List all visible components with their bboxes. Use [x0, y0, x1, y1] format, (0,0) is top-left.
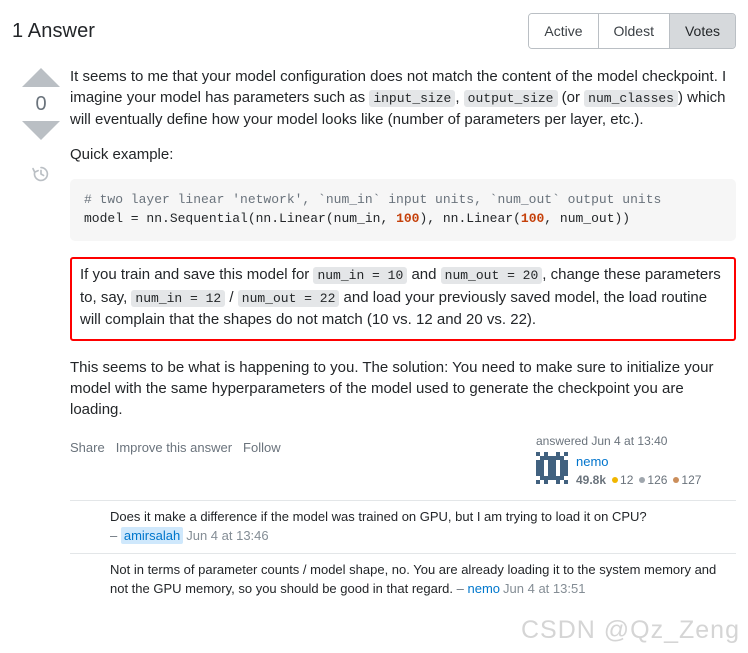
vote-cell: 0 [12, 60, 70, 606]
answer-paragraph-2: Quick example: [70, 146, 174, 164]
inline-code-num-out-22: num_out = 22 [237, 289, 340, 307]
inline-code-num-classes: num_classes [584, 90, 678, 108]
upvote-icon[interactable] [22, 68, 60, 87]
highlight-text-2: and [407, 266, 441, 284]
highlight-text-1: If you train and save this model for [80, 266, 314, 284]
inline-code-num-in-12: num_in = 12 [131, 289, 226, 307]
highlight-text-4: / [225, 288, 238, 306]
comment-author-amirsalah[interactable]: amirsalah [120, 527, 184, 544]
code-block: # two layer linear 'network', `num_in` i… [70, 179, 736, 242]
answer-sort-buttons[interactable]: Active Oldest Votes [528, 13, 736, 49]
answer-author-card: answered Jun 4 at 13:40 nemo 49.8k 12 12… [536, 434, 736, 488]
csdn-watermark: CSDN @Qz_Zeng [521, 616, 740, 644]
answer-p1-text-2: (or [557, 89, 585, 107]
history-clock-icon[interactable] [31, 164, 51, 188]
post-action-links: Share Improve this answer Follow [70, 434, 281, 455]
answers-header: 1 Answer Active Oldest Votes [0, 0, 748, 60]
author-username[interactable]: nemo [576, 453, 704, 471]
comment-item: Not in terms of parameter counts / model… [70, 552, 736, 606]
gold-badge-count: 12 [620, 472, 634, 487]
bronze-badge-dot [673, 477, 680, 484]
gold-badge: 12 [612, 472, 633, 488]
answer-paragraph-3: This seems to be what is happening to yo… [70, 358, 714, 419]
comment-text: Does it make a difference if the model w… [110, 509, 647, 525]
inline-code-num-in-10: num_in = 10 [313, 267, 408, 285]
comments-list: Does it make a difference if the model w… [70, 500, 736, 605]
improve-answer-link[interactable]: Improve this answer [116, 440, 232, 455]
code-line-2-a: model = nn.Sequential(nn.Linear(num_in, [84, 211, 397, 227]
comment-dash: – [110, 528, 118, 543]
code-line-2-b: ), nn.Linear( [419, 211, 521, 227]
red-highlight-box: If you train and save this model for num… [70, 257, 736, 341]
comment-text: Not in terms of parameter counts / model… [110, 561, 717, 596]
page-title: 1 Answer [12, 19, 96, 42]
follow-link[interactable]: Follow [243, 440, 281, 455]
author-reputation-row: 49.8k 12 126 127 [576, 472, 704, 488]
vote-count: 0 [35, 93, 47, 115]
comment-item: Does it make a difference if the model w… [70, 500, 736, 553]
answer-p1-sep-1: , [455, 89, 464, 107]
bronze-badge-count: 127 [681, 472, 702, 487]
identicon-avatar[interactable] [536, 452, 568, 485]
code-line-2-c: , num_out)) [544, 211, 631, 227]
sort-tab-votes[interactable]: Votes [669, 14, 735, 48]
silver-badge-dot [639, 477, 646, 484]
share-link[interactable]: Share [70, 440, 105, 455]
code-comment-line: # two layer linear 'network', `num_in` i… [84, 192, 662, 208]
comment-timestamp: Jun 4 at 13:46 [186, 528, 269, 543]
answer-paragraph-1: It seems to me that your model configura… [70, 66, 736, 130]
code-literal-100-first: 100 [396, 211, 420, 227]
silver-badge: 126 [639, 472, 667, 488]
bronze-badge: 127 [673, 472, 701, 488]
author-row: nemo 49.8k 12 126 127 [536, 452, 736, 488]
answer-body: It seems to me that your model configura… [70, 60, 736, 606]
answer-meta-row: Share Improve this answer Follow answere… [70, 434, 736, 488]
silver-badge-count: 126 [647, 472, 668, 487]
sort-tab-oldest[interactable]: Oldest [598, 14, 670, 48]
author-details: nemo 49.8k 12 126 127 [576, 452, 704, 488]
gold-badge-dot [612, 477, 619, 484]
inline-code-num-out-20: num_out = 20 [440, 267, 543, 285]
highlight-paragraph: If you train and save this model for num… [80, 264, 726, 332]
comment-author-nemo[interactable]: nemo [468, 581, 501, 596]
inline-code-input-size: input_size [369, 90, 456, 108]
comment-dash: – [456, 580, 464, 596]
inline-code-output-size: output_size [463, 90, 558, 108]
author-reputation: 49.8k [576, 472, 607, 487]
answer-post: 0 It seems to me that your model configu… [0, 60, 748, 606]
code-literal-100-second: 100 [520, 211, 545, 227]
answered-timestamp: answered Jun 4 at 13:40 [536, 434, 668, 449]
comment-timestamp: Jun 4 at 13:51 [503, 580, 586, 596]
sort-tab-active[interactable]: Active [529, 14, 599, 48]
downvote-icon[interactable] [22, 121, 60, 140]
